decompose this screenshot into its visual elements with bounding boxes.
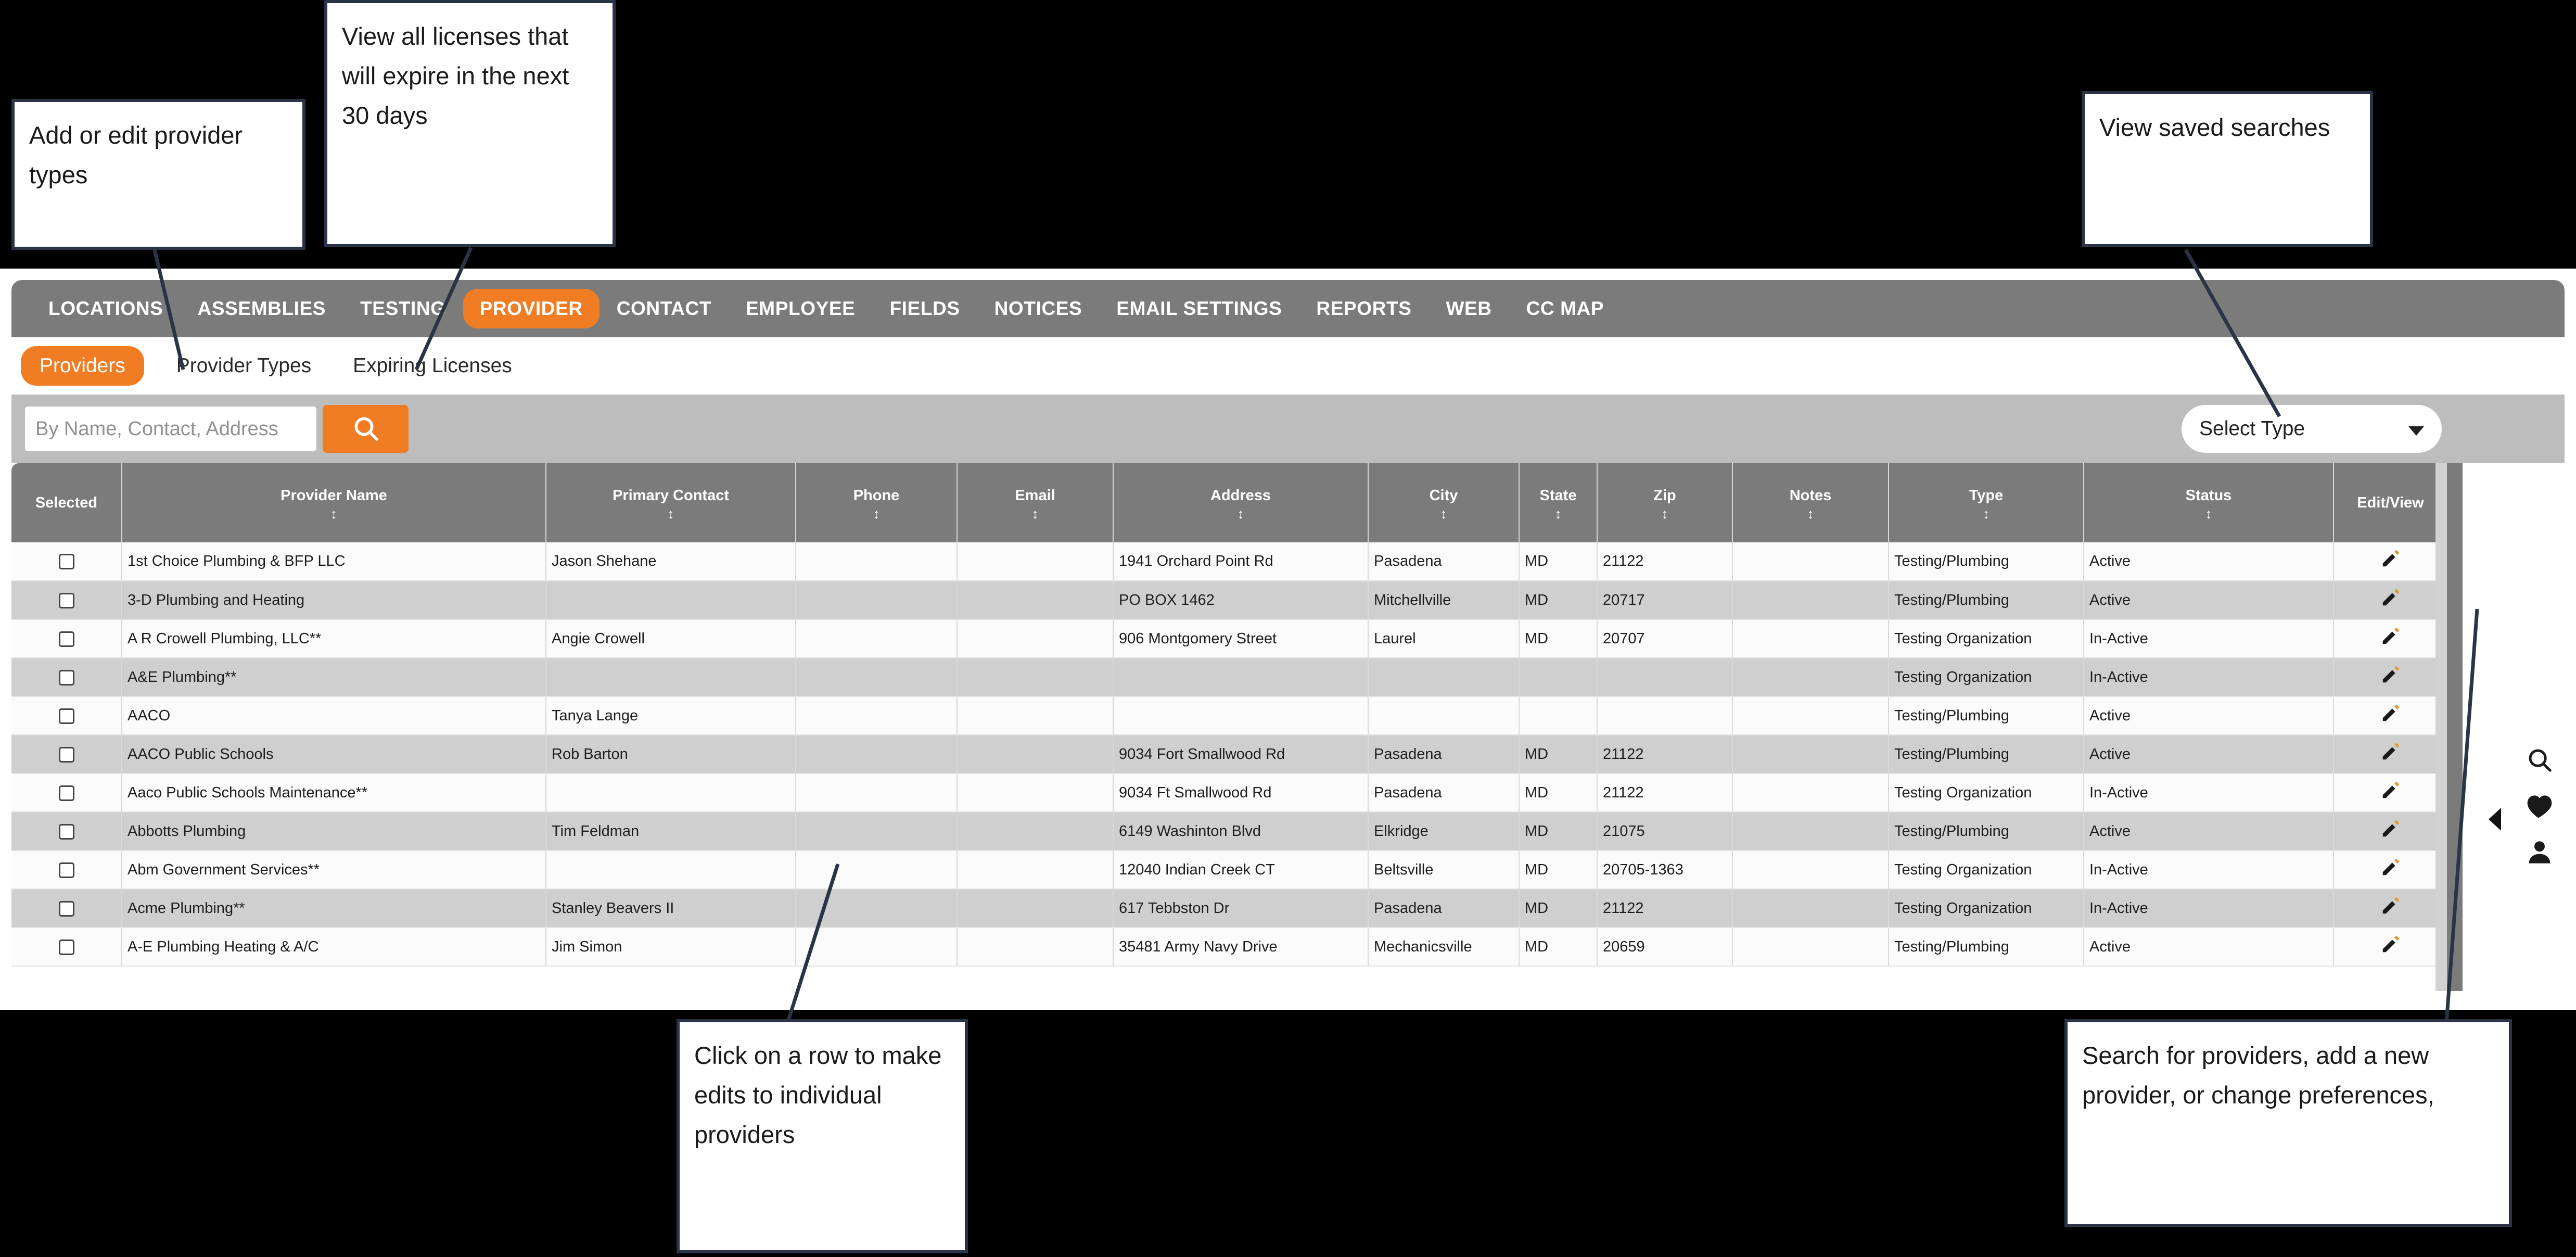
annotation-text: Search for providers, add a new provider…: [2082, 1042, 2434, 1109]
annotation-saved-searches: View saved searches: [2082, 91, 2373, 247]
annotation-text: Add or edit provider types: [29, 121, 243, 189]
annotation-text: Click on a row to make edits to individu…: [694, 1042, 942, 1149]
annotation-text: View saved searches: [2099, 113, 2330, 141]
annotation-expiring-licenses: View all licenses that will expire in th…: [324, 0, 616, 247]
screenshot-stage: LOCATIONS ASSEMBLIES TESTING PROVIDER CONTAC…: [0, 0, 2576, 1257]
annotation-right-rail: Search for providers, add a new provider…: [2064, 1019, 2512, 1227]
annotation-provider-types: Add or edit provider types: [11, 99, 305, 250]
annotation-text: View all licenses that will expire in th…: [342, 22, 569, 130]
annotation-row-edit: Click on a row to make edits to individu…: [677, 1019, 968, 1253]
